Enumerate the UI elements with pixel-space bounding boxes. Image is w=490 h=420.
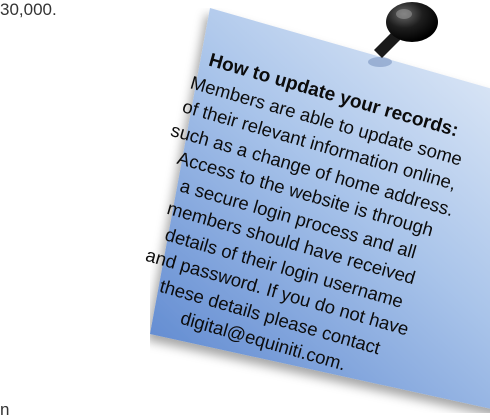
background-text-bottom: n	[0, 400, 10, 419]
push-pin-icon	[368, 2, 438, 67]
background-text-top: 30,000.	[0, 0, 57, 19]
